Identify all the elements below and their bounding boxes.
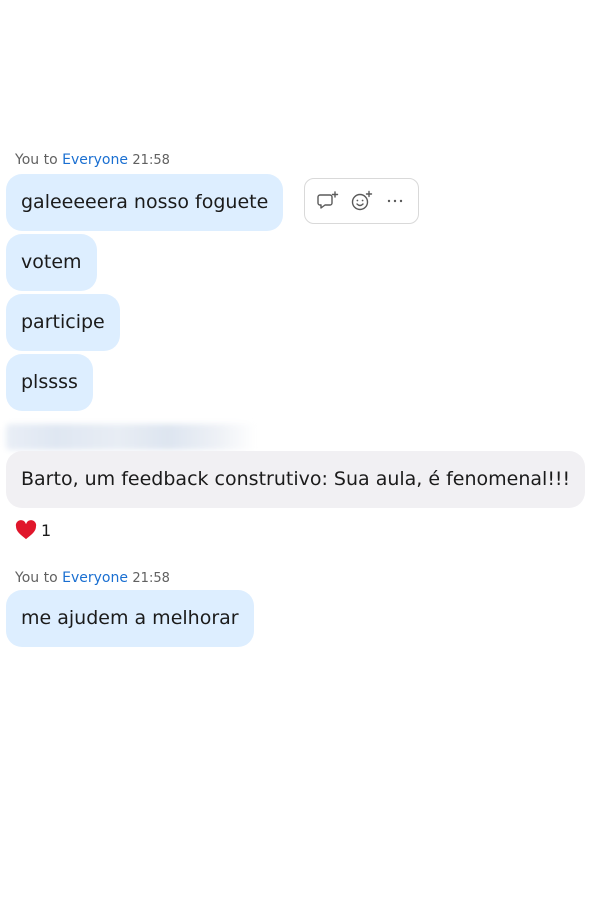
chat-message[interactable]: participe <box>6 294 120 351</box>
message-header: You to Everyone 21:58 <box>15 151 170 170</box>
chat-panel: You to Everyone 21:58 galeeeeera nosso f… <box>0 0 600 900</box>
chat-message[interactable]: galeeeeera nosso foguete <box>6 174 284 231</box>
more-options-button[interactable] <box>382 188 408 214</box>
more-options-icon <box>387 199 403 203</box>
reply-thread-icon <box>317 191 339 209</box>
to-label: to <box>43 570 58 586</box>
reply-thread-button[interactable] <box>315 188 341 214</box>
sender-name: You <box>15 152 40 168</box>
add-reaction-icon <box>352 190 373 211</box>
to-label: to <box>43 152 58 168</box>
redacted-sender-header <box>6 424 256 450</box>
chat-message[interactable]: votem <box>6 234 97 291</box>
message-header: You to Everyone 21:58 <box>15 569 170 588</box>
message-time: 21:58 <box>132 571 170 586</box>
message-actions-toolbar <box>304 178 419 224</box>
reaction-count: 1 <box>41 520 52 540</box>
chat-message[interactable]: plssss <box>6 354 93 411</box>
heart-icon <box>15 520 37 540</box>
reaction-chip[interactable]: 1 <box>15 520 51 540</box>
recipient-link[interactable]: Everyone <box>62 570 128 586</box>
chat-message[interactable]: Barto, um feedback construtivo: Sua aula… <box>6 451 586 508</box>
add-reaction-button[interactable] <box>348 188 374 214</box>
chat-message[interactable]: me ajudem a melhorar <box>6 590 254 647</box>
sender-name: You <box>15 570 40 586</box>
message-time: 21:58 <box>132 153 170 168</box>
recipient-link[interactable]: Everyone <box>62 152 128 168</box>
